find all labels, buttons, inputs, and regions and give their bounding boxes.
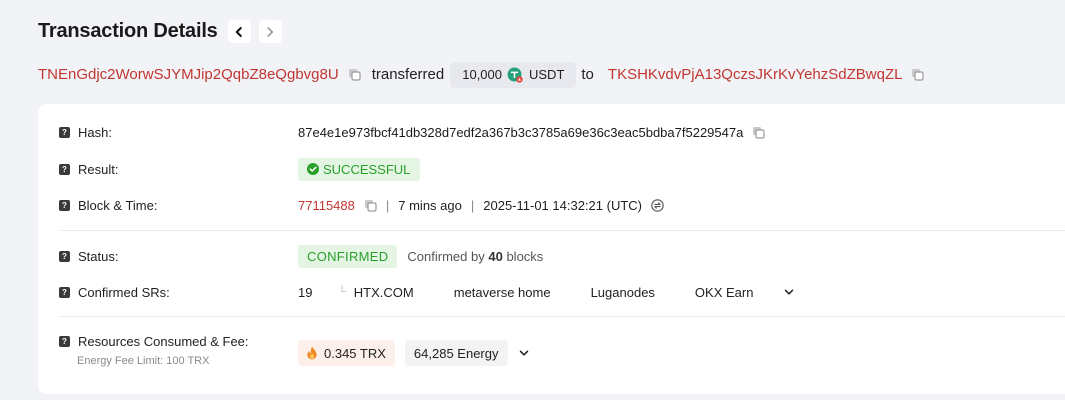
- page-header: Transaction Details: [38, 20, 282, 43]
- confirmed-srs-row: ? Confirmed SRs: 19 └ HTX.COM metaverse …: [59, 280, 794, 304]
- confirmed-blocks-count: 40: [488, 248, 503, 264]
- confirmed-by-text: Confirmed by 40 blocks: [407, 249, 543, 264]
- resources-row: ? Resources Consumed & Fee:: [59, 329, 298, 353]
- separator: |: [470, 197, 475, 213]
- next-button[interactable]: [258, 20, 282, 43]
- sr-item[interactable]: Luganodes: [591, 285, 655, 300]
- fire-icon: [307, 346, 317, 360]
- details-card: ? Hash: 87e4e1e973fbcf41db328d7edf2a367b…: [38, 104, 1065, 394]
- result-row: ? Result: SUCCESSFUL: [59, 157, 421, 181]
- amount-pill: 10,000 USDT: [450, 61, 577, 88]
- transferred-text: transferred: [371, 66, 445, 83]
- resources-label: Resources Consumed & Fee:: [78, 333, 249, 349]
- separator: |: [385, 197, 390, 213]
- energy-pill: 64,285 Energy: [404, 340, 508, 366]
- status-value-wrap: CONFIRMED Confirmed by 40 blocks: [298, 244, 543, 268]
- hash-value: 87e4e1e973fbcf41db328d7edf2a367b3c3785a6…: [298, 124, 744, 140]
- status-badge: CONFIRMED: [298, 244, 398, 268]
- token-symbol: USDT: [529, 67, 565, 82]
- help-icon[interactable]: ?: [59, 163, 70, 175]
- help-icon[interactable]: ?: [59, 335, 70, 347]
- resources-value-row: 0.345 TRX 64,285 Energy: [298, 340, 530, 366]
- divider: [59, 316, 1065, 317]
- confirmed-srs-label: Confirmed SRs:: [78, 284, 170, 300]
- help-icon[interactable]: ?: [59, 250, 70, 262]
- switch-timezone-icon[interactable]: [651, 198, 664, 212]
- sr-item[interactable]: metaverse home: [454, 285, 551, 300]
- block-time-row: ? Block & Time: 77115488 | 7 mins ago | …: [59, 193, 664, 217]
- divider: [59, 230, 1065, 231]
- confirmed-suffix: blocks: [506, 248, 544, 264]
- previous-button[interactable]: [227, 20, 251, 43]
- chevron-right-icon: [267, 26, 274, 37]
- block-datetime: 2025-11-01 14:32:21 (UTC): [483, 197, 642, 213]
- help-icon[interactable]: ?: [59, 199, 70, 211]
- confirmed-prefix: Confirmed by: [407, 248, 485, 264]
- tether-token-icon: [507, 67, 523, 83]
- fee-value: 0.345 TRX: [324, 345, 386, 361]
- hash-row: ? Hash: 87e4e1e973fbcf41db328d7edf2a367b…: [59, 120, 765, 144]
- help-icon[interactable]: ?: [59, 126, 70, 138]
- block-time-label: Block & Time:: [78, 197, 158, 213]
- chevron-down-icon[interactable]: [783, 286, 795, 298]
- energy-fee-limit: Energy Fee Limit: 100 TRX: [77, 355, 210, 367]
- from-address-link[interactable]: TNEnGdjc2WorwSJYMJip2QqbZ8eQgbvg8U: [38, 66, 339, 83]
- status-row: ? Status: CONFIRMED Confirmed by 40 bloc…: [59, 244, 543, 268]
- to-address-link[interactable]: TKSHKvdvPjA13QczsJKrKvYehzSdZBwqZL: [608, 66, 903, 83]
- amount-value: 10,000: [462, 67, 502, 82]
- transfer-summary: TNEnGdjc2WorwSJYMJip2QqbZ8eQgbvg8U trans…: [38, 61, 925, 88]
- result-badge: SUCCESSFUL: [298, 157, 421, 181]
- result-label: Result:: [78, 161, 119, 177]
- status-label: Status:: [78, 248, 119, 264]
- sr-tree-mark: └: [338, 286, 346, 298]
- confirmed-srs-list: 19 └ HTX.COM metaverse home Luganodes OK…: [298, 285, 795, 300]
- sr-item[interactable]: HTX.COM: [354, 285, 414, 300]
- copy-icon[interactable]: [752, 126, 765, 139]
- help-icon[interactable]: ?: [59, 286, 70, 298]
- page-title: Transaction Details: [38, 20, 218, 42]
- hash-value-wrap: 87e4e1e973fbcf41db328d7edf2a367b3c3785a6…: [298, 125, 765, 140]
- to-text: to: [581, 66, 594, 83]
- sr-item[interactable]: OKX Earn: [695, 285, 754, 300]
- chevron-left-icon: [235, 26, 242, 37]
- fee-pill: 0.345 TRX: [298, 340, 395, 366]
- copy-icon[interactable]: [364, 199, 377, 212]
- result-value: SUCCESSFUL: [323, 161, 411, 177]
- check-circle-icon: [307, 163, 319, 175]
- chevron-down-icon[interactable]: [518, 347, 530, 359]
- block-time-value-wrap: 77115488 | 7 mins ago | 2025-11-01 14:32…: [298, 198, 664, 213]
- copy-icon[interactable]: [911, 68, 925, 81]
- hash-label: Hash:: [78, 124, 112, 140]
- block-number-link[interactable]: 77115488: [298, 198, 355, 213]
- time-ago: 7 mins ago: [398, 197, 462, 213]
- result-value-wrap: SUCCESSFUL: [298, 157, 421, 181]
- sr-count: 19: [298, 284, 313, 300]
- copy-icon[interactable]: [348, 68, 361, 81]
